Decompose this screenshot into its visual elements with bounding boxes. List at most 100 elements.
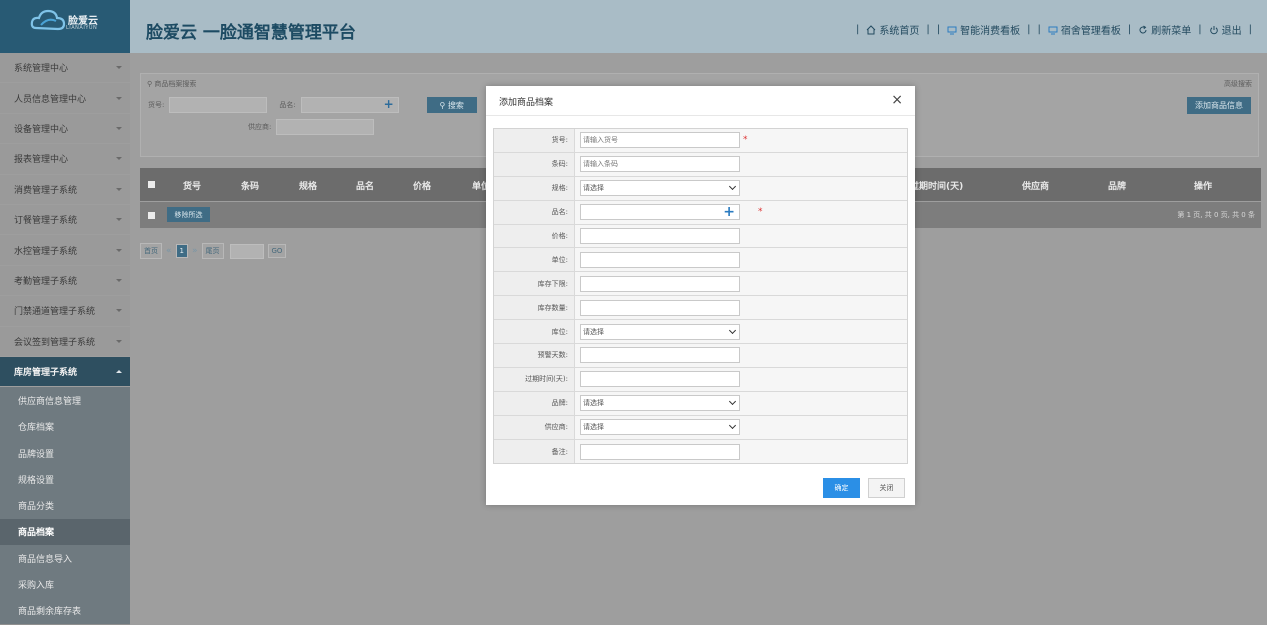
stock-qty-input[interactable] — [580, 299, 740, 316]
chevron-down-icon — [116, 126, 122, 130]
sidebar-item-goods-import[interactable]: 商品信息导入 — [0, 545, 130, 572]
col-huohao: 货号 — [183, 182, 202, 192]
menu-access-system[interactable]: 门禁通道管理子系统 — [0, 296, 130, 327]
top-header: 脸爱云 LIANAIYUN 脸爱云 一脸通智慧管理平台 | 系统首页 | | 智… — [0, 0, 1267, 53]
chevron-down-icon — [728, 183, 737, 191]
huohao-label: 货号: — [494, 129, 575, 152]
supplier-label: 供应商: — [494, 415, 575, 439]
menu-attendance-system[interactable]: 考勤管理子系统 — [0, 265, 130, 297]
logo-subtext: LIANAIYUN — [66, 25, 98, 31]
page-info: 第 1 页, 共 0 页, 共 0 条 — [1177, 211, 1255, 219]
nav-dorm-board[interactable]: 宿舍管理看板 — [1048, 22, 1121, 37]
nav-home[interactable]: 系统首页 — [866, 22, 919, 37]
sidebar-item-spec[interactable]: 规格设置 — [0, 466, 130, 493]
location-label: 库位: — [494, 320, 575, 344]
nav-consume-board[interactable]: 智能消费看板 — [947, 22, 1020, 37]
pinming-search-input[interactable]: + — [300, 97, 399, 113]
sidebar-item-purchase[interactable]: 采购入库 — [0, 571, 130, 598]
confirm-button[interactable]: 确定 — [823, 478, 860, 498]
menu-personnel-center[interactable]: 人员信息管理中心 — [0, 83, 130, 114]
price-input[interactable] — [580, 228, 740, 244]
huohao-input[interactable] — [580, 132, 740, 149]
supplier-search-input[interactable] — [276, 119, 375, 135]
form-row-spec: 规格: 请选择 — [494, 176, 907, 201]
name-input[interactable]: + — [580, 204, 740, 221]
search-button[interactable]: ⚲ 搜索 — [426, 97, 477, 113]
menu-meeting-system[interactable]: 会议签到管理子系统 — [0, 326, 130, 357]
prev-page-button[interactable]: « — [166, 246, 172, 256]
nav-home-label: 系统首页 — [879, 26, 920, 37]
remark-input[interactable] — [580, 443, 740, 460]
chevron-down-icon — [116, 218, 122, 222]
name-label: 品名: — [494, 200, 575, 224]
add-goods-button[interactable]: 添加商品信息 — [1187, 96, 1251, 114]
warn-days-label: 预警天数: — [494, 344, 575, 367]
sidebar-item-supplier[interactable]: 供应商信息管理 — [0, 387, 130, 414]
barcode-input[interactable] — [580, 156, 740, 173]
sidebar: 系统管理中心 人员信息管理中心 设备管理中心 报表管理中心 消费管理子系统 订餐… — [0, 53, 130, 625]
remove-selected-button[interactable]: 移除所选 — [167, 207, 210, 222]
close-icon[interactable]: × — [891, 92, 903, 108]
plus-icon[interactable]: + — [723, 205, 735, 219]
chevron-down-icon — [116, 248, 122, 252]
menu-report-center[interactable]: 报表管理中心 — [0, 144, 130, 175]
warn-days-input[interactable] — [580, 347, 740, 364]
close-button[interactable]: 关闭 — [868, 478, 905, 498]
stock-min-input[interactable] — [580, 275, 740, 292]
monitor-icon — [947, 26, 957, 34]
logo: 脸爱云 LIANAIYUN — [0, 0, 130, 53]
chevron-down-icon — [116, 66, 122, 70]
unit-label: 单位: — [494, 248, 575, 272]
power-icon — [1209, 25, 1218, 34]
form-row-stock-min: 库存下限: — [494, 272, 907, 297]
expire-days-input[interactable] — [580, 371, 740, 388]
nav-refresh-menu[interactable]: 刷新菜单 — [1138, 22, 1191, 37]
expire-days-label: 过期时间(天): — [494, 367, 575, 391]
menu-consume-system[interactable]: 消费管理子系统 — [0, 174, 130, 205]
page-jump-input[interactable] — [229, 243, 264, 259]
menu-warehouse-system[interactable]: 库房管理子系统 — [0, 356, 130, 388]
page-number-button[interactable]: 1 — [175, 244, 188, 258]
menu-order-system[interactable]: 订餐管理子系统 — [0, 204, 130, 236]
select-all-checkbox[interactable] — [148, 181, 155, 188]
col-price: 价格 — [413, 182, 432, 192]
sidebar-item-warehouse[interactable]: 仓库档案 — [0, 413, 130, 440]
plus-icon[interactable]: + — [384, 97, 394, 111]
supplier-select[interactable]: 请选择 — [580, 419, 740, 436]
unit-input[interactable] — [580, 251, 740, 268]
menu-system-center[interactable]: 系统管理中心 — [0, 53, 130, 84]
chevron-down-icon — [728, 326, 737, 334]
chevron-down-icon — [116, 157, 122, 161]
sidebar-item-goods-archive[interactable]: 商品档案 — [0, 518, 130, 546]
row-checkbox[interactable] — [148, 212, 155, 219]
advanced-search-link[interactable]: 高级搜索 — [1224, 79, 1252, 89]
first-page-button[interactable]: 首页 — [140, 243, 162, 259]
form-row-warn-days: 预警天数: — [494, 344, 907, 368]
last-page-button[interactable]: 尾页 — [201, 243, 224, 259]
sidebar-item-stock-report[interactable]: 商品剩余库存表 — [0, 597, 130, 624]
barcode-label: 条码: — [494, 152, 575, 176]
brand-select[interactable]: 请选择 — [580, 395, 740, 412]
location-select[interactable]: 请选择 — [580, 323, 740, 340]
form-row-unit: 单位: — [494, 248, 907, 273]
sidebar-item-brand[interactable]: 品牌设置 — [0, 439, 130, 467]
menu-device-center[interactable]: 设备管理中心 — [0, 113, 130, 145]
spec-select[interactable]: 请选择 — [580, 180, 740, 197]
form-row-supplier: 供应商: 请选择 — [494, 415, 907, 440]
col-supplier: 供应商 — [1022, 182, 1050, 192]
nav-consume-board-label: 智能消费看板 — [960, 26, 1021, 37]
next-page-button[interactable]: » — [192, 246, 198, 256]
form-row-stock-qty: 库存数量: — [494, 296, 907, 321]
form-row-price: 价格: — [494, 224, 907, 249]
nav-logout[interactable]: 退出 — [1209, 22, 1242, 37]
form-row-barcode: 条码: — [494, 152, 907, 177]
refresh-icon — [1139, 25, 1147, 33]
menu-water-system[interactable]: 水控管理子系统 — [0, 235, 130, 266]
sidebar-item-category[interactable]: 商品分类 — [0, 492, 130, 519]
nav-dorm-board-label: 宿舍管理看板 — [1060, 26, 1121, 37]
huohao-search-input[interactable] — [169, 97, 268, 113]
top-nav: | 系统首页 | | 智能消费看板 | | 宿舍管理看板 | 刷新菜单 | 退出… — [856, 22, 1252, 37]
cloud-logo-icon — [30, 9, 66, 31]
go-button[interactable]: GO — [267, 244, 287, 258]
chevron-down-icon — [116, 96, 122, 100]
